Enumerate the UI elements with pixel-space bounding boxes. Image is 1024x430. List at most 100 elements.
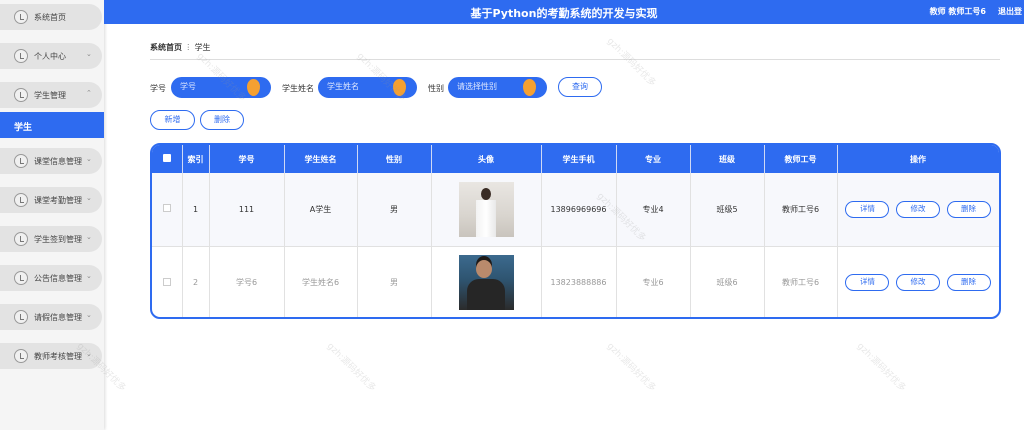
col-header-index: 索引 (182, 145, 210, 173)
chevron-down-icon: ⌄ (86, 155, 92, 163)
student-name-input[interactable]: 学生姓名 (318, 77, 417, 98)
sidebar-item-leave-requests[interactable]: 请假信息管理 ⌄ (0, 304, 102, 330)
top-bar: 基于Python的考勤系统的开发与实现 教师 教师工号6 退出登 (104, 0, 1024, 24)
divider (150, 59, 1000, 60)
select-all-checkbox[interactable] (162, 154, 171, 162)
sidebar-item-label: 个人中心 (34, 52, 66, 61)
sidebar-item-label: 教师考核管理 (34, 352, 82, 361)
chevron-down-icon: ⌄ (86, 50, 92, 58)
table-header-row: 索引 学号 学生姓名 性别 头像 学生手机 专业 班级 教师工号 操作 (152, 145, 999, 173)
class-cell: 班级6 (690, 246, 765, 317)
watermark: gzh:源码好优多 (324, 341, 378, 394)
col-header-major: 专业 (616, 145, 691, 173)
phone-cell: 13823888886 (541, 246, 617, 317)
sidebar-item-personal-center[interactable]: 个人中心 ⌄ (0, 43, 102, 69)
student-no-cell: 111 (209, 173, 285, 247)
query-button[interactable]: 查询 (558, 77, 602, 97)
cursor-blob-icon (247, 79, 260, 96)
col-header-teacher-no: 教师工号 (764, 145, 838, 173)
col-header-actions: 操作 (837, 145, 999, 173)
row-checkbox[interactable] (162, 277, 171, 286)
table-row: 2 学号6 学生姓名6 男 13823888886 专业6 班级6 教师工号6 … (152, 246, 999, 317)
avatar-cell (431, 173, 542, 247)
row-checkbox[interactable] (162, 204, 171, 213)
clock-icon (14, 10, 28, 24)
student-no-placeholder: 学号 (180, 82, 196, 91)
name-cell: A学生 (284, 173, 358, 247)
chevron-down-icon: ⌄ (86, 233, 92, 241)
chevron-down-icon: ⌄ (86, 194, 92, 202)
select-all-cell[interactable] (152, 145, 183, 173)
student-table: 索引 学号 学生姓名 性别 头像 学生手机 专业 班级 教师工号 操作 1 11… (150, 143, 1001, 319)
detail-button[interactable]: 详情 (845, 274, 890, 291)
clock-icon (14, 232, 28, 246)
sidebar-item-label: 课堂考勤管理 (34, 196, 82, 205)
sidebar-subitem-label: 学生 (14, 123, 33, 133)
watermark: gzh:源码好优多 (604, 36, 658, 89)
teacher-no-cell: 教师工号6 (764, 246, 838, 317)
breadcrumb-current: 学生 (194, 43, 211, 52)
col-header-student-no: 学号 (209, 145, 285, 173)
logout-link[interactable]: 退出登 (998, 6, 1022, 17)
name-cell: 学生姓名6 (284, 246, 358, 317)
row-select-cell[interactable] (152, 173, 183, 247)
clock-icon (14, 154, 28, 168)
user-info: 教师 教师工号6 (929, 7, 986, 16)
gender-cell: 男 (357, 173, 432, 247)
delete-button[interactable]: 删除 (946, 274, 991, 291)
phone-cell: 13896969696 (541, 173, 617, 247)
sidebar-item-label: 学生签到管理 (34, 235, 82, 244)
breadcrumb-separator: ⵗ (187, 43, 190, 52)
sidebar-item-home[interactable]: 系统首页 (0, 4, 102, 30)
chevron-down-icon: ⌄ (86, 311, 92, 319)
chevron-down-icon: ⌄ (86, 272, 92, 280)
avatar-image[interactable] (458, 181, 514, 237)
sidebar-item-announcements[interactable]: 公告信息管理 ⌄ (0, 265, 102, 291)
sidebar-item-label: 课堂信息管理 (34, 157, 82, 166)
chevron-up-icon: ⌃ (86, 89, 92, 97)
sidebar-item-label: 请假信息管理 (34, 313, 82, 322)
add-button[interactable]: 新增 (150, 110, 195, 130)
teacher-no-cell: 教师工号6 (764, 173, 838, 247)
student-no-input[interactable]: 学号 (171, 77, 271, 98)
sidebar-item-student-management[interactable]: 学生管理 ⌃ (0, 82, 102, 108)
actions-cell: 详情 修改 删除 (837, 173, 999, 247)
sidebar-subitem-student[interactable]: 学生 (0, 112, 104, 138)
table-row: 1 111 A学生 男 13896969696 专业4 班级5 教师工号6 详情… (152, 173, 999, 247)
col-header-avatar: 头像 (431, 145, 542, 173)
avatar-image[interactable] (458, 255, 514, 310)
batch-delete-button[interactable]: 删除 (200, 110, 244, 130)
col-header-phone: 学生手机 (541, 145, 617, 173)
gender-cell: 男 (357, 246, 432, 317)
cursor-blob-icon (523, 79, 536, 96)
edit-button[interactable]: 修改 (896, 274, 940, 291)
sidebar-item-class-attendance[interactable]: 课堂考勤管理 ⌄ (0, 187, 102, 213)
gender-placeholder: 请选择性别 (457, 82, 497, 91)
clock-icon (14, 88, 28, 102)
watermark: gzh:源码好优多 (854, 341, 908, 394)
edit-button[interactable]: 修改 (896, 200, 940, 218)
col-header-class: 班级 (690, 145, 765, 173)
row-select-cell[interactable] (152, 246, 183, 317)
chevron-down-icon: ⌄ (86, 350, 92, 358)
col-header-name: 学生姓名 (284, 145, 358, 173)
sidebar-item-class-info[interactable]: 课堂信息管理 ⌄ (0, 148, 102, 174)
major-cell: 专业6 (616, 246, 691, 317)
app-title: 基于Python的考勤系统的开发与实现 (470, 7, 658, 20)
detail-button[interactable]: 详情 (845, 200, 890, 218)
breadcrumb-home[interactable]: 系统首页 (150, 43, 182, 52)
class-cell: 班级5 (690, 173, 765, 247)
sidebar: 系统首页 个人中心 ⌄ 学生管理 ⌃ 学生 课堂信息管理 ⌄ 课堂考勤管理 ⌄ … (0, 0, 104, 430)
student-name-label: 学生姓名 (282, 84, 314, 93)
index-cell: 1 (182, 173, 210, 247)
cursor-blob-icon (393, 79, 406, 96)
sidebar-item-label: 公告信息管理 (34, 274, 82, 283)
sidebar-item-student-checkin[interactable]: 学生签到管理 ⌄ (0, 226, 102, 252)
index-cell: 2 (182, 246, 210, 317)
delete-button[interactable]: 删除 (946, 200, 991, 218)
student-no-label: 学号 (150, 84, 166, 93)
gender-select[interactable]: 请选择性别 (448, 77, 547, 98)
clock-icon (14, 349, 28, 363)
sidebar-item-teacher-assessment[interactable]: 教师考核管理 ⌄ (0, 343, 102, 369)
actions-cell: 详情 修改 删除 (837, 246, 999, 317)
